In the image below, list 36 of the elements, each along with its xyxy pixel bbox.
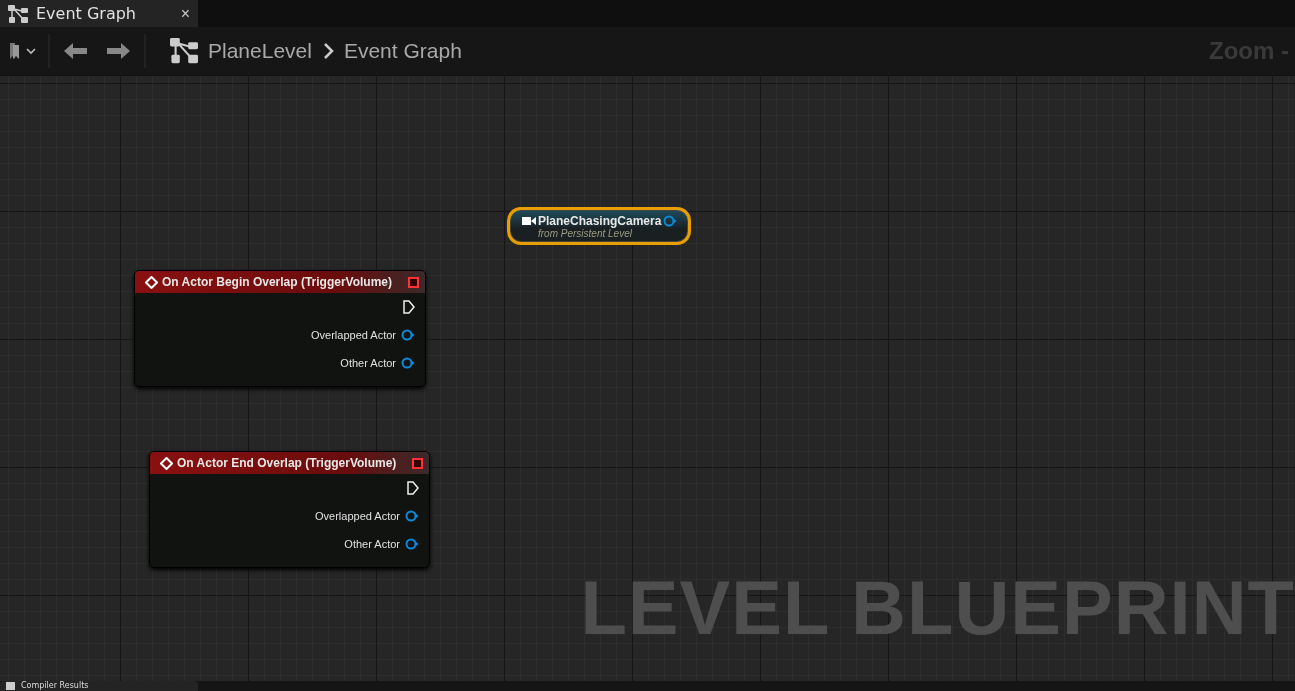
bottom-tab[interactable]: Compiler Results: [0, 681, 198, 691]
event-diamond-icon: [160, 456, 173, 470]
pin-label: Overlapped Actor: [311, 329, 396, 341]
event-node[interactable]: On Actor Begin Overlap (TriggerVolume) Overlapped Actor Other Actor: [134, 270, 426, 387]
camera-icon: [522, 216, 536, 226]
pin-label: Other Actor: [340, 357, 396, 369]
node-title: On Actor Begin Overlap (TriggerVolume): [162, 275, 394, 289]
event-diamond-icon: [145, 275, 158, 289]
breadcrumb-link[interactable]: Event Graph: [343, 39, 462, 63]
graph-canvas[interactable]: PlaneChasingCamera from Persistent Level On Actor Begin Overlap (TriggerVolume) Overlapped Actor Other Actor On Actor End Overlap (TriggerVolume) Overlapped Actor Other Actor LEVEL BLUEPRINT: [0, 76, 1295, 681]
compiler-icon: [6, 682, 15, 690]
output-delegate-icon[interactable]: [408, 276, 419, 288]
object-pin-icon[interactable]: [405, 510, 419, 522]
pin-label: Other Actor: [344, 538, 400, 550]
object-pin-icon[interactable]: [401, 329, 415, 341]
exec-pin-icon[interactable]: [407, 481, 419, 495]
output-delegate-icon[interactable]: [412, 457, 423, 469]
graph-watermark: LEVEL BLUEPRINT: [580, 564, 1295, 651]
document-tab[interactable]: Event Graph ×: [0, 0, 198, 27]
exec-pin-icon[interactable]: [403, 300, 415, 314]
object-pin-icon[interactable]: [401, 357, 415, 369]
graph-icon: [8, 4, 28, 23]
pin-label: Overlapped Actor: [315, 510, 400, 522]
node-subtitle: from Persistent Level: [537, 228, 633, 239]
chevron-icon: [321, 42, 334, 60]
node-title: PlaneChasingCamera: [538, 214, 662, 228]
breadcrumb-link[interactable]: PlaneLevel: [208, 39, 312, 63]
tab-title: Event Graph: [36, 4, 137, 23]
actor-reference-node[interactable]: PlaneChasingCamera from Persistent Level: [507, 207, 692, 245]
object-pin-icon[interactable]: [405, 538, 419, 550]
object-pin-icon[interactable]: [663, 215, 678, 227]
tab-title: Compiler Results: [21, 681, 89, 691]
event-node[interactable]: On Actor End Overlap (TriggerVolume) Overlapped Actor Other Actor: [149, 451, 430, 568]
close-button[interactable]: ×: [180, 4, 190, 23]
node-title: On Actor End Overlap (TriggerVolume): [177, 456, 398, 470]
graph-icon: [170, 38, 198, 64]
